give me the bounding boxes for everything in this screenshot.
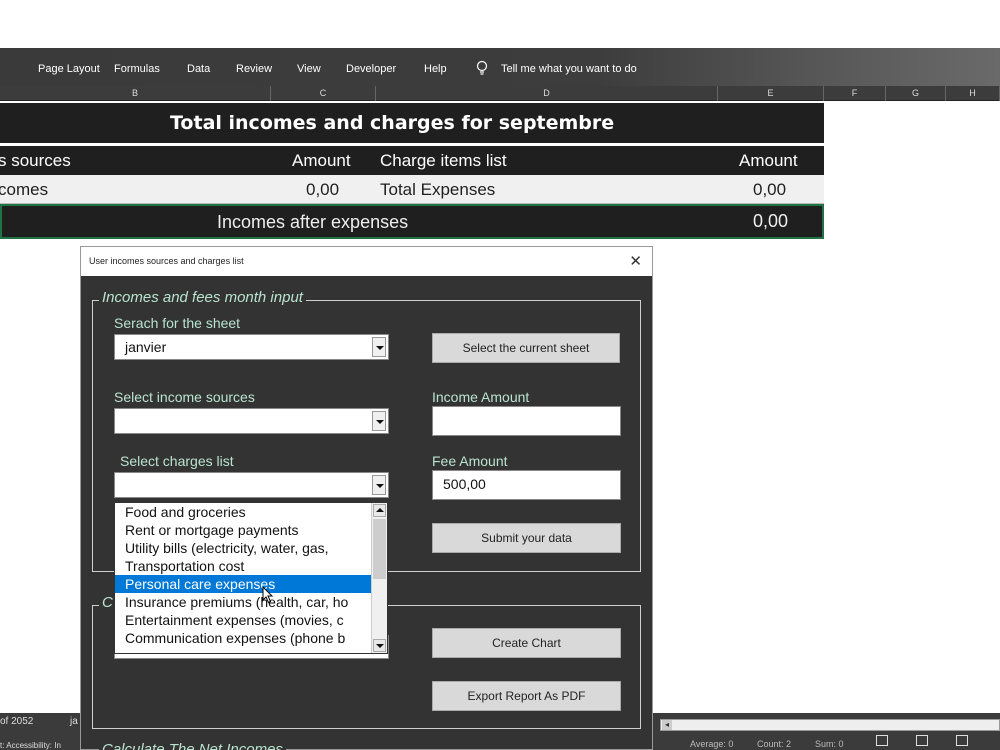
list-item[interactable]: Entertainment expenses (movies, c [115, 611, 372, 629]
column-header-f[interactable]: F [824, 86, 886, 101]
sheet-tab[interactable]: ja [70, 716, 78, 727]
close-icon[interactable]: ✕ [629, 252, 642, 270]
column-header-b[interactable]: B [0, 86, 271, 101]
tab-review[interactable]: Review [236, 63, 272, 75]
amount-header-2: Amount [739, 151, 798, 170]
incomes-after-expenses-row[interactable]: Incomes after expenses 0,00 [0, 204, 824, 239]
list-scrollbar[interactable] [371, 503, 387, 653]
horizontal-scrollbar[interactable] [660, 719, 1000, 731]
amount-header-1: Amount [292, 151, 351, 170]
scroll-down-icon[interactable] [373, 639, 386, 652]
userform-dialog: User incomes sources and charges list ✕ … [80, 246, 653, 750]
list-item-selected[interactable]: Personal care expenses [115, 574, 373, 594]
list-item[interactable]: Communication expenses (phone b [115, 629, 372, 647]
record-counter: of 2052 [0, 716, 34, 727]
tab-data[interactable]: Data [187, 63, 210, 75]
values-row[interactable]: comes 0,00 Total Expenses 0,00 [0, 175, 824, 204]
charges-dropdown-list[interactable]: Food and groceries Rent or mortgage paym… [114, 502, 388, 654]
income-amount-field[interactable] [432, 406, 621, 436]
column-header-d[interactable]: D [376, 86, 718, 101]
charges-list-label: Select charges list [120, 453, 234, 469]
income-amount-label: Income Amount [432, 389, 530, 405]
chevron-down-icon[interactable] [372, 337, 386, 357]
scroll-thumb[interactable] [373, 519, 386, 579]
select-current-sheet-button[interactable]: Select the current sheet [432, 333, 620, 363]
chevron-down-icon[interactable] [372, 475, 386, 495]
column-headers: B C D E F G H [0, 86, 1000, 101]
tab-developer[interactable]: Developer [346, 63, 396, 75]
tell-me-search[interactable]: Tell me what you want to do [501, 63, 637, 75]
income-fees-frame-label: Incomes and fees month input [99, 289, 306, 306]
tab-formulas[interactable]: Formulas [114, 63, 160, 75]
after-expenses-label: Incomes after expenses [217, 212, 409, 232]
page-break-view-icon[interactable] [956, 735, 968, 746]
search-sheet-value: janvier [125, 339, 167, 355]
income-sources-label: Select income sources [114, 389, 255, 405]
net-incomes-frame-label: Calculate The Net Incomes [99, 741, 286, 750]
create-chart-button[interactable]: Create Chart [432, 628, 621, 658]
mouse-pointer-icon [262, 586, 274, 604]
fee-amount-label: Fee Amount [432, 453, 508, 469]
tab-help[interactable]: Help [424, 63, 447, 75]
column-header-g[interactable]: G [886, 86, 946, 101]
list-item[interactable]: Rent or mortgage payments [115, 521, 372, 539]
chevron-down-icon[interactable] [372, 411, 386, 431]
column-header-c[interactable]: C [271, 86, 376, 101]
charges-header: Charge items list [380, 151, 507, 170]
column-header-h[interactable]: H [946, 86, 1000, 101]
sheet-title: Total incomes and charges for septembre [170, 112, 615, 134]
income-amount-cell: 0,00 [306, 180, 340, 199]
dialog-title: User incomes sources and charges list [89, 256, 244, 266]
after-expenses-value: 0,00 [753, 211, 789, 231]
normal-view-icon[interactable] [876, 735, 888, 746]
lightbulb-icon [476, 60, 488, 75]
sources-header: s sources [0, 151, 71, 170]
income-sources-combobox[interactable] [114, 408, 389, 434]
fee-amount-value: 500,00 [443, 476, 486, 492]
charges-list-combobox[interactable] [114, 472, 389, 498]
list-item[interactable]: Transportation cost [115, 557, 372, 575]
average-stat: Average: 0 [690, 739, 734, 749]
count-stat: Count: 2 [757, 739, 792, 749]
submit-data-button[interactable]: Submit your data [432, 523, 621, 553]
dialog-titlebar[interactable]: User incomes sources and charges list ✕ [81, 247, 652, 276]
scroll-left-icon[interactable]: ◂ [662, 720, 672, 730]
sum-stat: Sum: 0 [815, 739, 844, 749]
expenses-cell: Total Expenses [380, 180, 496, 199]
incomes-cell: comes [0, 180, 49, 199]
fee-amount-field[interactable]: 500,00 [432, 470, 621, 500]
scroll-up-icon[interactable] [373, 504, 386, 517]
tab-view[interactable]: View [297, 63, 321, 75]
header-row[interactable]: s sources Amount Charge items list Amoun… [0, 146, 824, 175]
page-layout-view-icon[interactable] [916, 735, 928, 746]
ribbon: Page Layout Formulas Data Review View De… [0, 48, 1000, 86]
search-sheet-label: Serach for the sheet [114, 315, 241, 331]
column-header-e[interactable]: E [718, 86, 824, 101]
sheet-title-row[interactable]: Total incomes and charges for septembre [0, 103, 824, 143]
accessibility-status[interactable]: t: Accessibility: In [0, 741, 61, 750]
search-sheet-combobox[interactable]: janvier [114, 334, 389, 360]
list-item[interactable]: Utility bills (electricity, water, gas, [115, 539, 372, 557]
excel-window: Page Layout Formulas Data Review View De… [0, 0, 1000, 750]
list-item[interactable]: Food and groceries [115, 503, 372, 521]
expense-amount-cell: 0,00 [753, 180, 787, 199]
tab-page-layout[interactable]: Page Layout [38, 63, 100, 75]
export-pdf-button[interactable]: Export Report As PDF [432, 681, 621, 711]
list-item[interactable]: Insurance premiums (health, car, ho [115, 593, 372, 611]
